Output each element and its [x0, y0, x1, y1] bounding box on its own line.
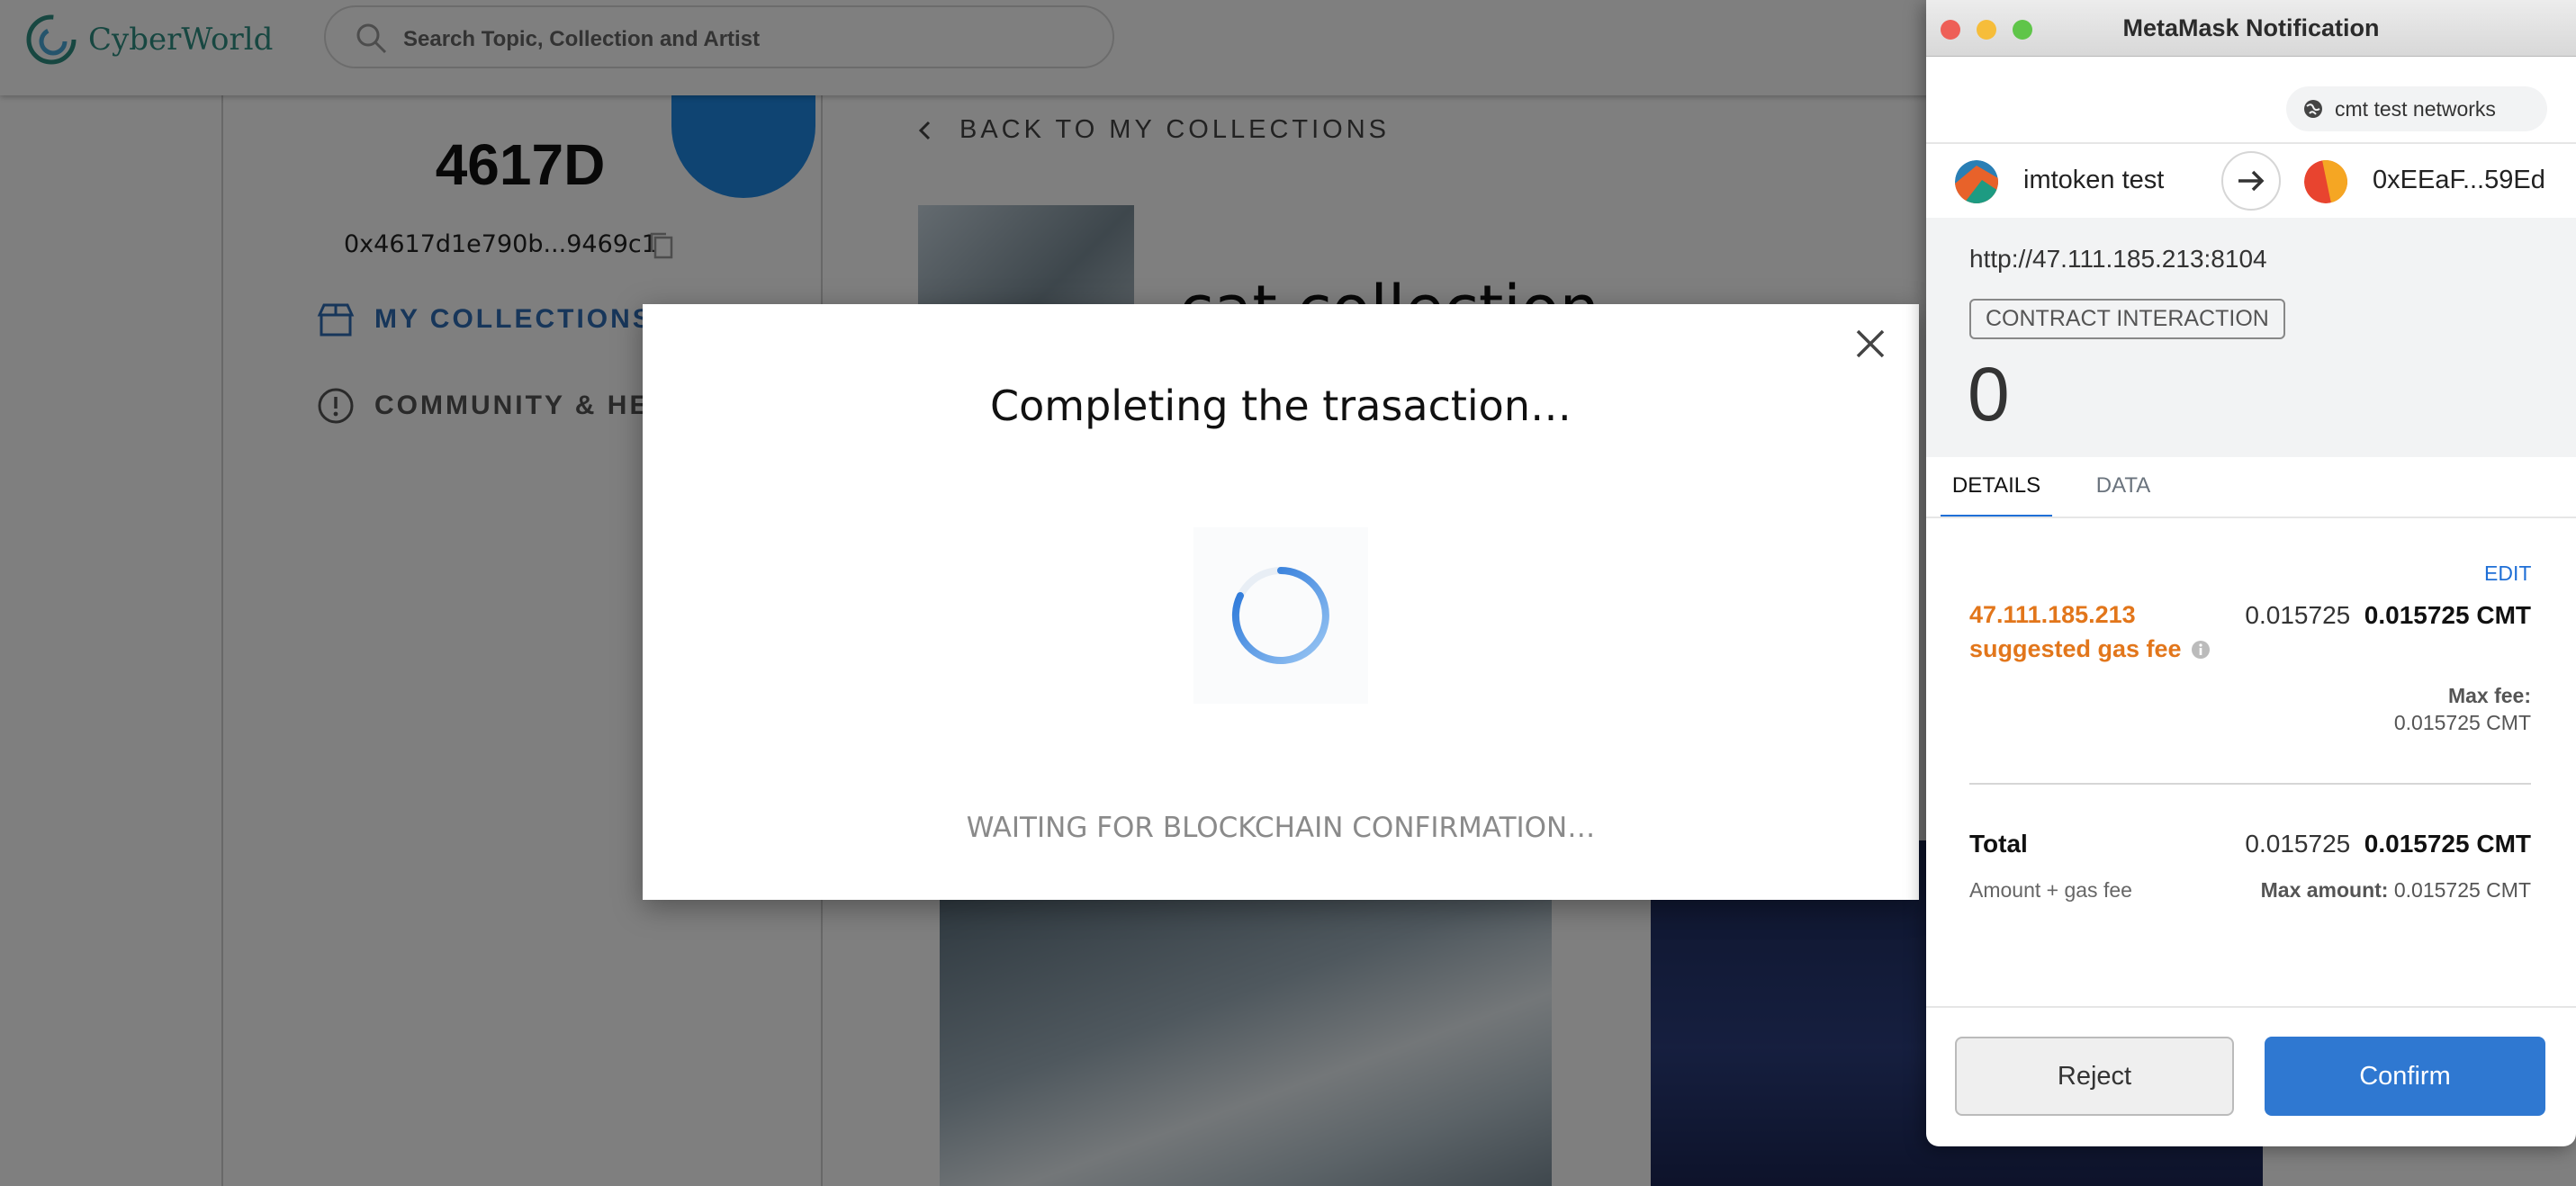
- max-amount: Max amount: 0.015725 CMT: [2261, 878, 2531, 903]
- spinner-icon: [1231, 567, 1329, 664]
- reject-button[interactable]: Reject: [1955, 1037, 2234, 1116]
- max-amount-value: 0.015725 CMT: [2393, 878, 2531, 902]
- tab-data[interactable]: DATA: [2074, 457, 2173, 515]
- transaction-summary: http://47.111.185.213:8104 CONTRACT INTE…: [1926, 218, 2576, 457]
- fee-origin: 47.111.185.213: [1969, 601, 2136, 628]
- from-account-name: imtoken test: [2023, 166, 2165, 194]
- gas-fee-label-text: suggested gas fee: [1969, 635, 2182, 662]
- request-origin: http://47.111.185.213:8104: [1969, 245, 2267, 273]
- details-divider: [1969, 783, 2531, 785]
- network-name: cmt test networks: [2335, 96, 2496, 121]
- total-sub-label: Amount + gas fee: [1969, 878, 2132, 902]
- close-icon[interactable]: [1851, 324, 1890, 364]
- gas-fee-secondary: 0.015725: [2245, 601, 2351, 629]
- modal-status-text: WAITING FOR BLOCKCHAIN CONFIRMATION…: [966, 812, 1596, 844]
- confirm-button[interactable]: Confirm: [2265, 1037, 2545, 1116]
- total-value: 0.015725 0.015725 CMT: [2245, 830, 2531, 858]
- transaction-modal: Completing the trasaction… WAITING FOR B…: [643, 304, 1919, 900]
- globe-icon: [2304, 100, 2322, 118]
- contract-interaction-badge: CONTRACT INTERACTION: [1969, 299, 2285, 339]
- gas-fee-primary: 0.015725 CMT: [2364, 601, 2531, 629]
- arrow-right-icon: [2238, 170, 2265, 192]
- transaction-amount: 0: [1968, 352, 2010, 436]
- loading-spinner: [1193, 527, 1368, 704]
- total-label: Total: [1969, 830, 2028, 858]
- window-title: MetaMask Notification: [2122, 14, 2380, 41]
- gas-fee-value: 0.015725 0.015725 CMT: [2245, 601, 2531, 630]
- tab-details[interactable]: DETAILS: [1941, 457, 2052, 518]
- window-titlebar[interactable]: MetaMask Notification: [1926, 0, 2576, 57]
- total-primary: 0.015725 CMT: [2364, 830, 2531, 858]
- to-account-address: 0xEEaF...59Ed: [2373, 166, 2545, 194]
- edit-gas-link[interactable]: EDIT: [2484, 562, 2531, 586]
- to-account-avatar-icon: [2304, 160, 2347, 203]
- transfer-arrow: [2221, 151, 2281, 211]
- network-selector[interactable]: cmt test networks: [2286, 86, 2547, 131]
- metamask-notification-window: MetaMask Notification cmt test networks …: [1926, 0, 2576, 1146]
- gas-fee-label: suggested gas fee: [1969, 635, 2211, 663]
- max-fee-value: 0.015725 CMT: [2393, 711, 2531, 734]
- max-fee-label: Max fee:: [2447, 684, 2531, 707]
- tabs-divider: [1926, 517, 2576, 518]
- max-amount-label: Max amount:: [2260, 878, 2389, 902]
- total-secondary: 0.015725: [2245, 830, 2351, 858]
- footer-divider: [1926, 1006, 2576, 1008]
- modal-title: Completing the trasaction…: [990, 382, 1572, 430]
- account-transfer-row: imtoken test 0xEEaF...59Ed: [1926, 142, 2576, 220]
- info-icon[interactable]: [2191, 640, 2211, 660]
- from-account-avatar-icon: [1955, 160, 1998, 203]
